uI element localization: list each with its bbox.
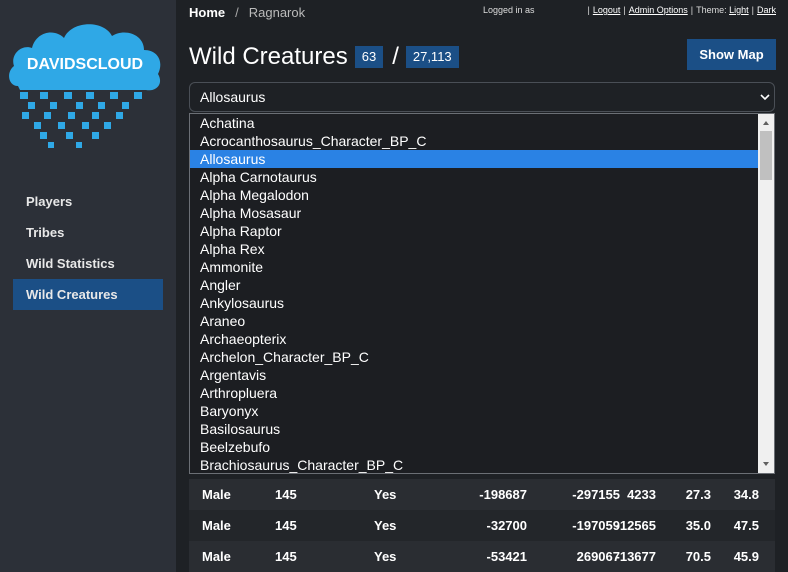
dropdown-option[interactable]: Basilosaurus [190, 420, 774, 438]
table-cell: 47.5 [733, 518, 759, 533]
creature-select[interactable]: Allosaurus [189, 82, 775, 112]
scroll-up-arrow-icon[interactable] [761, 118, 771, 128]
table-cell: -12565 [615, 518, 656, 533]
table-row[interactable]: Male 145 Yes -53421 269067 -13677 70.5 45.9 [189, 541, 775, 572]
count-badge: 63 [354, 46, 384, 68]
dropdown-option[interactable]: Archelon_Character_BP_C [190, 348, 774, 366]
table-row[interactable]: Male 145 Yes -198687 -297155 4233 27.3 34.8 [189, 479, 775, 510]
cloud-logo-icon: DAVIDSCLOUD [9, 24, 161, 148]
dropdown-option[interactable]: Ankylosaurus [190, 294, 774, 312]
dropdown-option[interactable]: Alpha Carnotaurus [190, 168, 774, 186]
table-cell: 145 [275, 549, 297, 564]
dropdown-option[interactable]: Alpha Rex [190, 240, 774, 258]
title-row: Wild Creatures 63 / 27,113 [189, 42, 459, 72]
show-map-button[interactable]: Show Map [687, 39, 776, 70]
dropdown-option[interactable]: Acrocanthosaurus_Character_BP_C [190, 132, 774, 150]
dropdown-option[interactable]: Alpha Mosasaur [190, 204, 774, 222]
table-cell: -32700 [486, 518, 527, 533]
table-cell: Yes [374, 487, 397, 502]
dropdown-option[interactable]: Araneo [190, 312, 774, 330]
top-bar: Home / Ragnarok Logged in as | Logout | Admin… [176, 0, 788, 26]
table-cell: Yes [374, 518, 397, 533]
scrollbar-thumb[interactable] [760, 131, 772, 180]
table-row[interactable]: Male 145 Yes -32700 -197059 -12565 35.0 47.5 [189, 510, 775, 541]
table-cell: 35.0 [685, 518, 711, 533]
davidscloud-logo[interactable]: DAVIDSCLOUD [6, 14, 164, 154]
page-title: Wild Creatures [189, 43, 348, 70]
table-cell: 70.5 [685, 549, 711, 564]
dropdown-option[interactable]: Alpha Raptor [190, 222, 774, 240]
table-cell: Male [202, 518, 231, 533]
dropdown-option[interactable]: Allosaurus [190, 150, 774, 168]
theme-label: Theme: [696, 5, 727, 15]
count-separator: / [392, 43, 399, 70]
sidebar-item-wild-creatures[interactable]: Wild Creatures [13, 279, 163, 310]
breadcrumb-home[interactable]: Home [189, 5, 225, 20]
dropdown-option[interactable]: Archaeopterix [190, 330, 774, 348]
breadcrumb-separator: / [235, 5, 239, 20]
theme-dark-link[interactable]: Dark [757, 5, 776, 15]
creature-table: Male 145 Yes -198687 -297155 4233 27.3 34.8 Male… [189, 479, 775, 572]
scroll-down-arrow-icon[interactable] [761, 459, 771, 469]
table-cell: -13677 [615, 549, 656, 564]
table-cell: Male [202, 487, 231, 502]
table-cell: Yes [374, 549, 397, 564]
creature-select-value: Allosaurus [200, 89, 266, 105]
sidebar-item-players[interactable]: Players [13, 186, 163, 217]
table-cell: 45.9 [733, 549, 759, 564]
admin-options-link[interactable]: Admin Options [629, 5, 688, 15]
table-cell: -198687 [479, 487, 527, 502]
table-cell: 145 [275, 487, 297, 502]
sidebar-item-wild-statistics[interactable]: Wild Statistics [13, 248, 163, 279]
table-cell: 34.8 [733, 487, 759, 502]
theme-light-link[interactable]: Light [729, 5, 749, 15]
table-cell: -53421 [486, 549, 527, 564]
sidebar-nav: Players Tribes Wild Statistics Wild Crea… [13, 186, 163, 310]
account-links: | Logout | Admin Options | Theme: Light | Dark [587, 5, 776, 15]
dropdown-option[interactable]: Alpha Megalodon [190, 186, 774, 204]
dropdown-option[interactable]: Ammonite [190, 258, 774, 276]
table-cell: 4233 [627, 487, 656, 502]
svg-text:DAVIDSCLOUD: DAVIDSCLOUD [27, 56, 143, 73]
breadcrumb: Home / Ragnarok [189, 5, 305, 20]
dropdown-scrollbar[interactable] [758, 114, 774, 473]
breadcrumb-current: Ragnarok [248, 5, 306, 20]
total-badge: 27,113 [405, 46, 459, 68]
creature-dropdown-list[interactable]: Achatina Acrocanthosaurus_Character_BP_C A… [189, 113, 775, 474]
dropdown-option[interactable]: Achatina [190, 114, 774, 132]
logged-in-label: Logged in as [483, 5, 535, 15]
logout-link[interactable]: Logout [593, 5, 621, 15]
sidebar: DAVIDSCLOUD Players Tribes Wild Statisti… [0, 0, 176, 572]
dropdown-option[interactable]: Baryonyx [190, 402, 774, 420]
chevron-down-icon [760, 94, 770, 101]
table-cell: 27.3 [685, 487, 711, 502]
option-list: Achatina Acrocanthosaurus_Character_BP_C A… [190, 114, 774, 473]
table-cell: Male [202, 549, 231, 564]
dropdown-option[interactable]: Beelzebufo [190, 438, 774, 456]
dropdown-option[interactable]: Brachiosaurus_Character_BP_C [190, 456, 774, 473]
table-cell: 145 [275, 518, 297, 533]
dropdown-option[interactable]: Arthropluera [190, 384, 774, 402]
dropdown-option[interactable]: Angler [190, 276, 774, 294]
sidebar-item-tribes[interactable]: Tribes [13, 217, 163, 248]
dropdown-option[interactable]: Argentavis [190, 366, 774, 384]
